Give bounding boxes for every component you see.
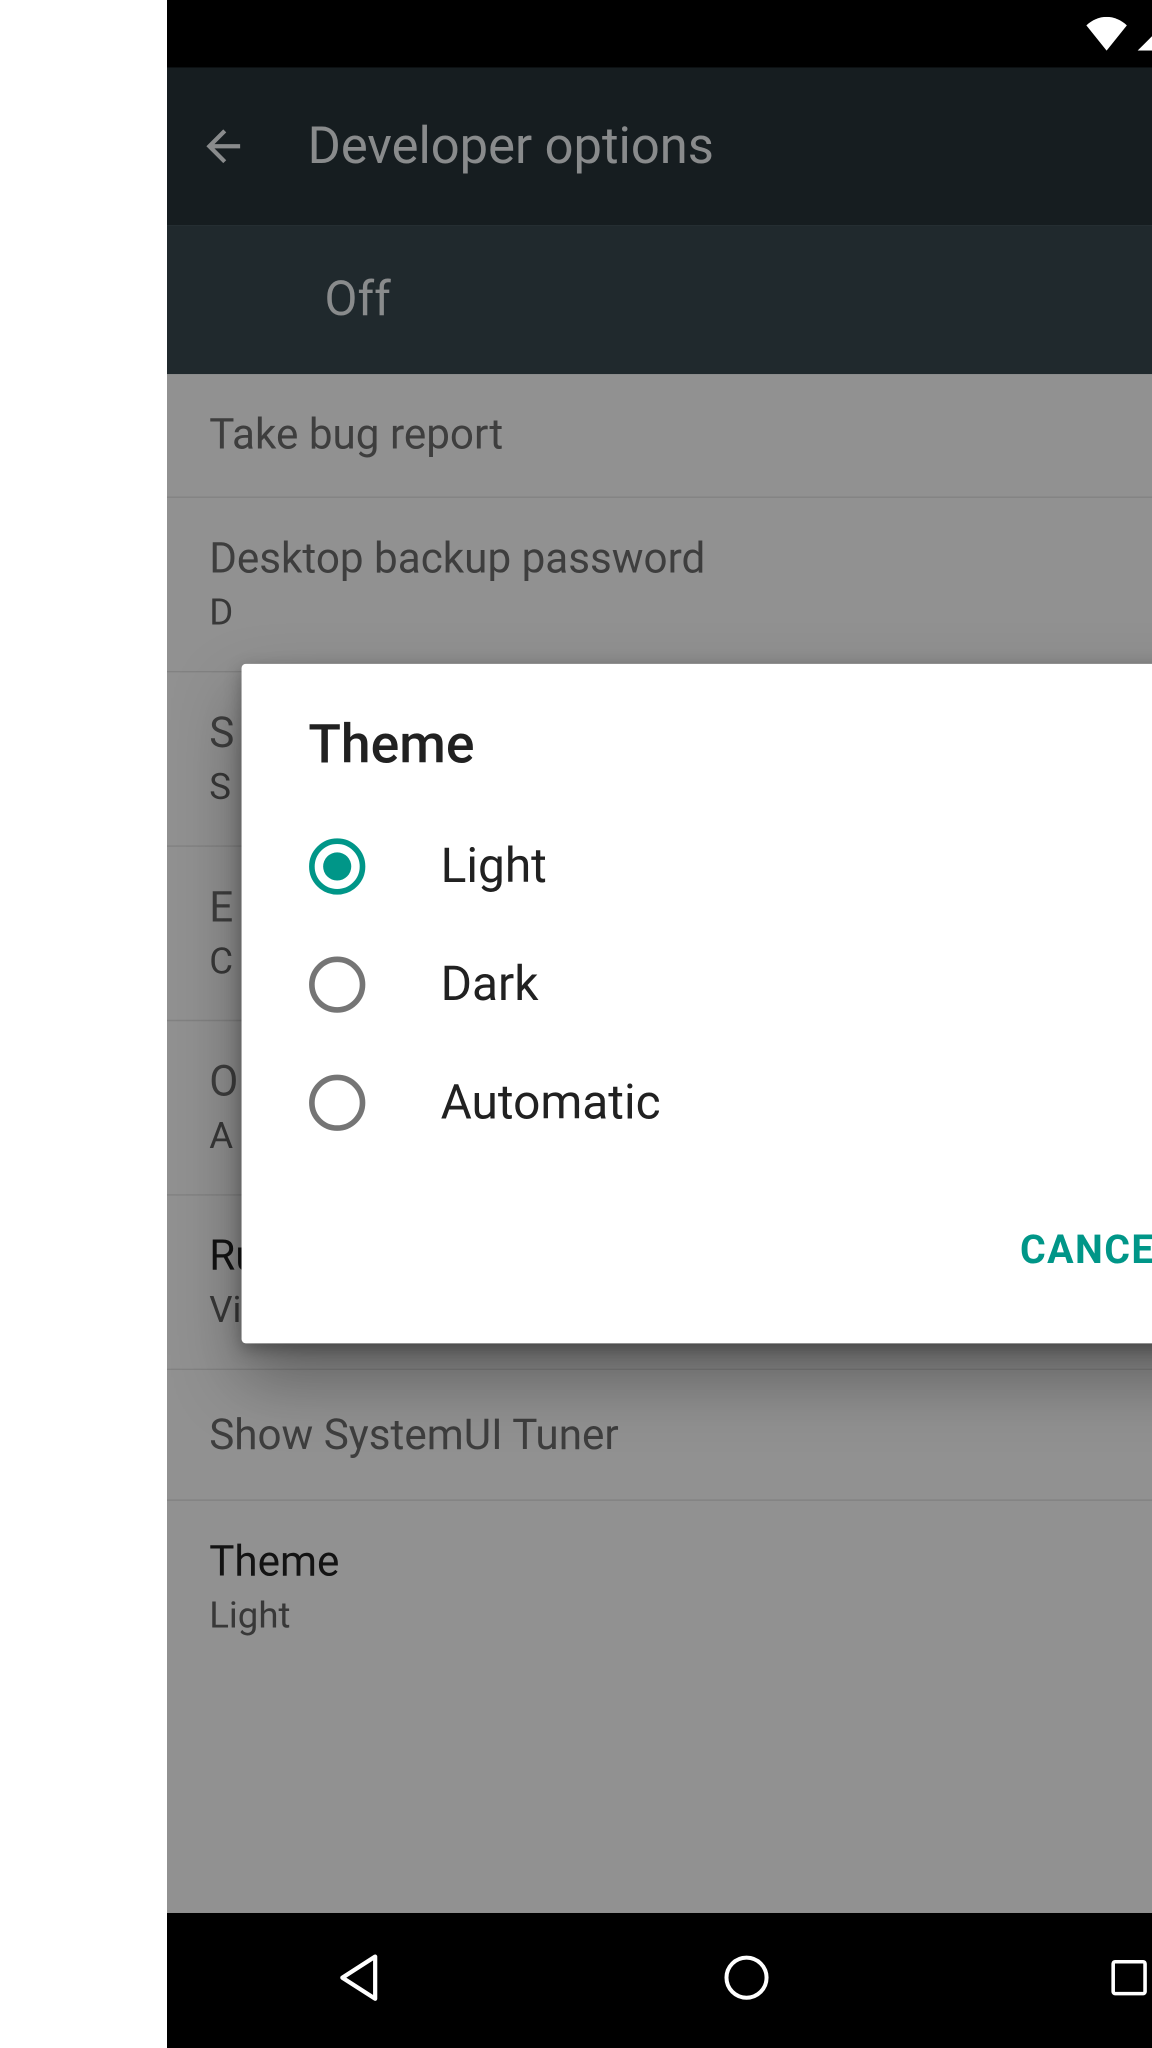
cell-signal-icon (1136, 17, 1152, 51)
radio-checked-icon (308, 838, 364, 894)
theme-dialog: Theme Light Dark Automatic CANCEL (240, 664, 1152, 1343)
radio-unchecked-icon (308, 1075, 364, 1131)
cancel-button[interactable]: CANCEL (994, 1207, 1152, 1293)
dialog-title: Theme (240, 664, 1152, 807)
option-label: Light (440, 838, 546, 894)
option-label: Automatic (440, 1075, 660, 1131)
theme-option-automatic[interactable]: Automatic (240, 1044, 1152, 1162)
circle-home-icon (720, 1951, 773, 2004)
square-recents-icon (1105, 1954, 1152, 2002)
navigation-bar (167, 1913, 1152, 2048)
theme-option-light[interactable]: Light (240, 807, 1152, 925)
radio-unchecked-icon (308, 957, 364, 1013)
triangle-back-icon (332, 1950, 388, 2006)
nav-recents-button[interactable] (1105, 1954, 1152, 2007)
status-bar: 63 4:09 (167, 0, 1152, 68)
nav-home-button[interactable] (720, 1951, 773, 2010)
wifi-icon (1085, 17, 1127, 51)
theme-option-dark[interactable]: Dark (240, 926, 1152, 1044)
nav-back-button[interactable] (332, 1950, 388, 2012)
option-label: Dark (440, 957, 538, 1013)
